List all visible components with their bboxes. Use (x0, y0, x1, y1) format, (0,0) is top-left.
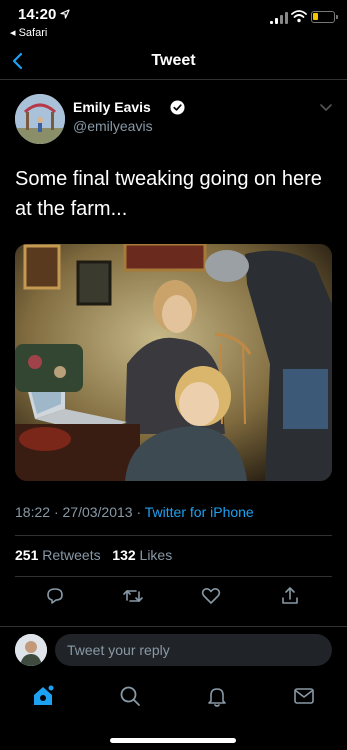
tab-bar (0, 676, 347, 716)
status-bar: 14:20 ◂ Safari (0, 0, 347, 40)
retweet-icon[interactable] (122, 585, 144, 607)
tweet-author: Emily Eavis @emilyeavis (15, 94, 335, 144)
chevron-down-icon[interactable] (319, 102, 333, 112)
verified-badge-icon (170, 100, 185, 115)
share-icon[interactable] (279, 585, 301, 607)
location-arrow-icon (60, 9, 70, 19)
battery-icon (311, 11, 338, 23)
likes-stat[interactable]: 132 Likes (112, 547, 172, 563)
author-name[interactable]: Emily Eavis (73, 99, 151, 115)
home-icon[interactable] (31, 684, 55, 708)
user-avatar[interactable] (15, 634, 47, 666)
notifications-icon[interactable] (205, 684, 229, 708)
reply-input[interactable] (55, 634, 332, 666)
author-avatar[interactable] (15, 94, 65, 144)
meta-separator: · (136, 504, 142, 520)
like-label: Likes (139, 547, 173, 563)
tweet-source-link[interactable]: Twitter for iPhone (145, 504, 254, 520)
page-title: Tweet (151, 52, 196, 69)
search-icon[interactable] (118, 684, 142, 708)
tweet-meta: 18:22 · 27/03/2013 · Twitter for iPhone (15, 504, 254, 520)
tweet-time: 18:22 (15, 504, 51, 520)
reply-composer (0, 626, 347, 672)
reply-icon[interactable] (44, 585, 66, 607)
author-handle[interactable]: @emilyeavis (73, 118, 153, 134)
messages-icon[interactable] (292, 684, 316, 708)
tweet-date: 27/03/2013 (62, 504, 133, 520)
home-indicator[interactable] (110, 738, 236, 743)
retweet-label: Retweets (42, 547, 101, 563)
tweet-photo[interactable] (15, 244, 332, 481)
retweets-stat[interactable]: 251 Retweets (15, 547, 101, 563)
like-icon[interactable] (200, 585, 222, 607)
wifi-icon (291, 10, 307, 23)
status-time: 14:20 (18, 6, 57, 23)
retweet-count: 251 (15, 547, 39, 563)
back-to-safari-link[interactable]: ◂ Safari (10, 26, 47, 39)
divider (15, 535, 332, 536)
like-count: 132 (112, 547, 136, 563)
navigation-bar: Tweet (0, 44, 347, 80)
tweet-actions (0, 585, 347, 609)
tweet-text: Some final tweaking going on here at the… (15, 168, 322, 220)
signal-icon (270, 12, 288, 24)
divider (15, 576, 332, 577)
meta-separator: · (53, 504, 59, 520)
tweet-stats: 251 Retweets 132 Likes (15, 547, 172, 563)
battery-level (313, 13, 318, 20)
